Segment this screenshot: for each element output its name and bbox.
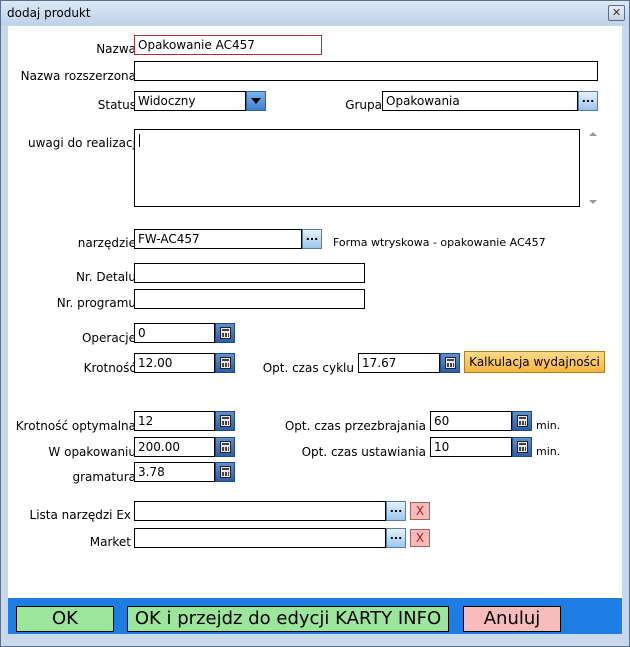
status-label: Status [97,98,136,112]
krotnosc-label: Krotność [83,361,136,375]
grupa-browse-button[interactable]: ... [578,91,598,111]
uwagi-textarea[interactable] [134,129,580,207]
calculator-icon [220,357,231,369]
kalkulacja-wydajnosci-button[interactable]: Kalkulacja wydajności [464,351,605,373]
calculator-icon [517,415,528,427]
window-title: dodaj produkt [7,6,91,20]
status-dropdown-button[interactable] [246,91,266,111]
operacje-label: Operacje [81,331,136,345]
footer-bar: OK OK i przejdz do edycji KARTY INFO Anu… [8,598,622,634]
ok-button[interactable]: OK [16,606,114,632]
narzedzie-browse-button[interactable]: ... [302,229,322,249]
narzedzie-label: narzędzie [77,236,136,250]
nr-detalu-input[interactable] [134,263,365,283]
calculator-icon [517,441,528,453]
grupa-label: Grupa [345,98,382,112]
w-opakowaniu-calculator-button[interactable] [215,437,235,457]
nazwa-input[interactable]: Opakowanie AC457 [134,35,322,55]
lista-narzedzi-input[interactable] [134,501,386,521]
przezbrajania-unit: min. [536,419,561,432]
operacje-calculator-button[interactable] [215,323,235,343]
opt-czas-cyklu-calculator-button[interactable] [440,353,460,373]
market-browse-button[interactable]: ... [386,528,406,548]
gramatura-input[interactable]: 3.78 [134,462,215,482]
form-area: Nazwa Opakowanie AC457 Nazwa rozszerzona… [8,26,622,598]
opt-czas-przezbrajania-calculator-button[interactable] [512,411,532,431]
scroll-up-icon [589,132,597,136]
lista-narzedzi-browse-button[interactable]: ... [386,501,406,521]
scroll-down-icon [589,200,597,204]
calculator-icon [220,415,231,427]
market-label: Market [89,535,131,549]
operacje-input[interactable]: 0 [134,323,215,343]
title-bar[interactable]: dodaj produkt ✕ [1,1,629,25]
narzedzie-description: Forma wtryskowa - opakowanie AC457 [333,236,546,249]
lista-narzedzi-label: Lista narzędzi Ex [29,508,131,522]
cancel-button[interactable]: Anuluj [463,606,561,632]
nr-programu-input[interactable] [134,289,365,309]
nazwa-rozszerzona-input[interactable] [134,61,598,81]
opt-czas-cyklu-input[interactable]: 17.67 [358,353,440,373]
calculator-icon [220,441,231,453]
grupa-input[interactable]: Opakowania [382,91,578,111]
nazwa-label: Nazwa [96,42,136,56]
gramatura-calculator-button[interactable] [215,462,235,482]
uwagi-label: uwagi do realizacji [28,136,140,150]
ok-edit-karta-info-button[interactable]: OK i przejdz do edycji KARTY INFO [127,606,449,632]
opt-czas-przezbrajania-input[interactable]: 60 [430,411,512,431]
uwagi-scrollbar[interactable] [586,129,600,207]
krotnosc-optymalna-input[interactable]: 12 [134,411,215,431]
w-opakowaniu-label: W opakowaniu [48,445,136,459]
krotnosc-optymalna-calculator-button[interactable] [215,411,235,431]
calculator-icon [220,327,231,339]
calculator-icon [445,357,456,369]
w-opakowaniu-input[interactable]: 200.00 [134,437,215,457]
narzedzie-input[interactable]: FW-AC457 [134,229,302,249]
dialog-window: dodaj produkt ✕ Nazwa Opakowanie AC457 N… [0,0,630,647]
nr-detalu-label: Nr. Detalu [75,270,136,284]
market-input[interactable] [134,528,386,548]
opt-czas-przezbrajania-label: Opt. czas przezbrajania [284,419,426,433]
calculator-icon [220,466,231,478]
status-select[interactable]: Widoczny [134,91,246,111]
ustawiania-unit: min. [536,445,561,458]
krotnosc-calculator-button[interactable] [215,353,235,373]
market-clear-button[interactable]: X [410,529,430,547]
opt-czas-cyklu-label: Opt. czas cyklu [262,361,354,375]
text-caret [139,134,140,147]
nazwa-rozszerzona-label: Nazwa rozszerzona [20,69,136,83]
opt-czas-ustawiania-calculator-button[interactable] [512,437,532,457]
krotnosc-input[interactable]: 12.00 [134,353,215,373]
gramatura-label: gramatura [72,470,136,484]
nr-programu-label: Nr. programu [56,296,136,310]
close-button[interactable]: ✕ [608,5,625,21]
lista-narzedzi-clear-button[interactable]: X [410,502,430,520]
chevron-down-icon [251,98,261,104]
krotnosc-optymalna-label: Krotność optymalna [15,419,136,433]
opt-czas-ustawiania-input[interactable]: 10 [430,437,512,457]
opt-czas-ustawiania-label: Opt. czas ustawiania [301,445,426,459]
